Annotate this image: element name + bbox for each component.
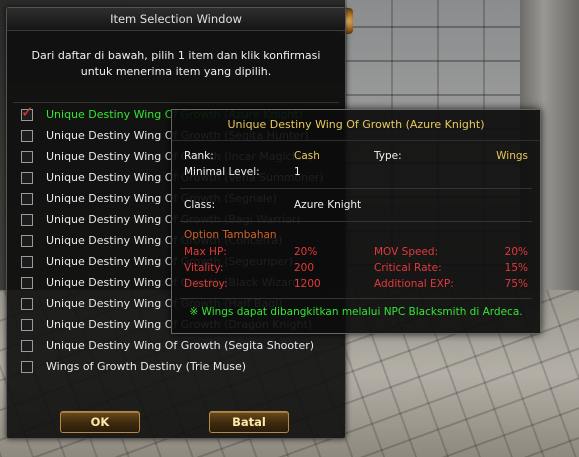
stat-row: Max HP: 20% MOV Speed: 20%: [184, 244, 528, 260]
tooltip-class-info: Class: Azure Knight: [184, 197, 528, 213]
min-level-row: Minimal Level: 1: [184, 164, 528, 180]
item-option[interactable]: Wings of Growth Destiny (Trie Muse): [21, 356, 341, 377]
checkbox[interactable]: [21, 192, 33, 205]
min-level-value: 1: [294, 166, 301, 178]
item-tooltip: Unique Destiny Wing Of Growth (Azure Kni…: [171, 109, 541, 334]
class-value: Azure Knight: [294, 199, 362, 211]
checkbox[interactable]: [21, 234, 33, 247]
tooltip-divider: [180, 298, 532, 299]
checkbox[interactable]: [21, 129, 33, 142]
stat-label: MOV Speed:: [374, 246, 439, 258]
stat-value: 1200: [294, 278, 321, 290]
item-option[interactable]: Unique Destiny Wing Of Growth (Segita Sh…: [21, 335, 341, 356]
stat-value: 200: [294, 262, 315, 274]
option-header: Option Tambahan: [184, 229, 277, 241]
rank-type-row: Rank: Cash Type: Wings: [184, 148, 528, 164]
stat-value: 20%: [294, 246, 318, 258]
stat-value: 20%: [504, 246, 528, 258]
checkbox[interactable]: [21, 276, 33, 289]
type-label: Type:: [374, 150, 402, 162]
stat-row: Vitality: 200 Critical Rate: 15%: [184, 260, 528, 276]
checkbox[interactable]: [21, 360, 33, 373]
checkbox[interactable]: [21, 297, 33, 310]
tooltip-stats: Max HP: 20% MOV Speed: 20% Vitality: 200 Criti…: [184, 244, 528, 292]
stat-row: Destroy: 1200 Additional EXP: 75%: [184, 276, 528, 292]
checkbox[interactable]: [21, 255, 33, 268]
stat-value: 15%: [504, 262, 528, 274]
stat-label: Critical Rate:: [374, 262, 442, 274]
window-description: Dari daftar di bawah, pilih 1 item dan k…: [31, 49, 321, 78]
checkbox[interactable]: [21, 318, 33, 331]
stat-label: Max HP:: [184, 246, 227, 258]
divider: [13, 102, 339, 103]
item-label: Unique Destiny Wing Of Growth (Segita Sh…: [46, 339, 315, 352]
checkbox[interactable]: [21, 171, 33, 184]
checkbox-checked[interactable]: [21, 103, 34, 121]
min-level-label: Minimal Level:: [184, 166, 260, 178]
stat-label: Additional EXP:: [374, 278, 454, 290]
checkbox[interactable]: [21, 150, 33, 163]
stat-label: Vitality:: [184, 262, 224, 274]
checkbox[interactable]: [21, 339, 33, 352]
stat-value: 75%: [504, 278, 528, 290]
tooltip-basic-info: Rank: Cash Type: Wings Minimal Level: 1: [184, 148, 528, 180]
tooltip-title: Unique Destiny Wing Of Growth (Azure Kni…: [172, 110, 540, 141]
class-label: Class:: [184, 199, 216, 211]
tooltip-note: ※ Wings dapat dibangkitkan melalui NPC B…: [189, 306, 523, 318]
item-label: Wings of Growth Destiny (Trie Muse): [46, 360, 247, 373]
window-title[interactable]: Item Selection Window: [7, 8, 345, 31]
stat-label: Destroy:: [184, 278, 228, 290]
ok-button[interactable]: OK: [60, 411, 140, 433]
tooltip-divider: [180, 221, 532, 222]
tooltip-divider: [180, 188, 532, 189]
cancel-button[interactable]: Batal: [209, 411, 289, 433]
checkbox[interactable]: [21, 213, 33, 226]
rank-label: Rank:: [184, 150, 214, 162]
class-row: Class: Azure Knight: [184, 197, 528, 213]
type-value: Wings: [496, 150, 528, 162]
rank-value: Cash: [294, 150, 320, 162]
